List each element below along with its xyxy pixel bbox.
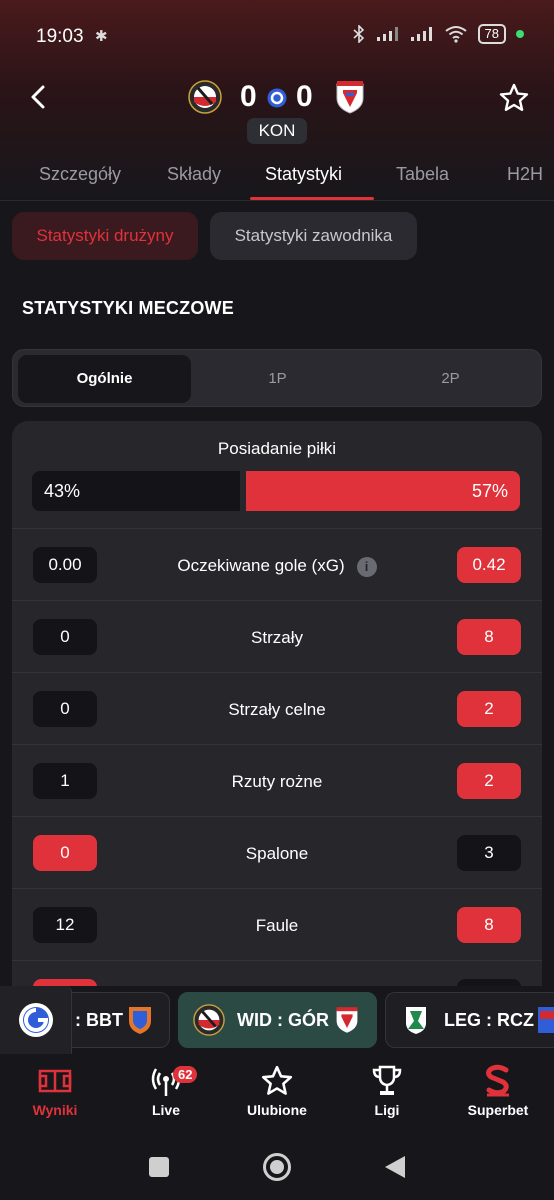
ticker-match-text: : BBT	[75, 1010, 123, 1030]
bluetooth-icon-small: ✱	[95, 28, 108, 45]
tab-h2h[interactable]: H2H	[507, 164, 543, 185]
league-logo-icon	[267, 88, 287, 108]
possession-label: Posiadanie piłki	[217, 439, 337, 458]
trophy-icon	[372, 1065, 402, 1095]
wifi-icon	[444, 26, 467, 43]
superbet-logo-icon	[486, 1064, 509, 1097]
team-stats-button[interactable]: Statystyki drużyny	[12, 212, 198, 260]
stat-label: Oczekiwane gole (xG) i	[102, 556, 452, 577]
stats-card: Posiadanie piłki 43% 57% 0.00 Oczekiwane…	[12, 421, 542, 1021]
ticker-league-selector[interactable]	[0, 986, 72, 1054]
stat-label: Spalone	[245, 844, 309, 863]
privacy-dot	[516, 30, 524, 38]
nav-results-label: Wyniki	[32, 1102, 78, 1118]
stat-away-value: 3	[457, 835, 521, 871]
home-team-logo-small	[193, 1004, 225, 1036]
nav-leagues-label: Ligi	[374, 1102, 400, 1118]
bottom-navigation: Wyniki 62 Live Ulubione Ligi Superbet	[0, 1054, 554, 1134]
team-logo-icon	[129, 1007, 151, 1034]
possession-home-bar: 43%	[32, 471, 240, 511]
away-team-logo	[336, 81, 364, 114]
period-option-overall[interactable]: Ogólnie	[18, 355, 191, 403]
tab-bar: Szczegóły Składy Statystyki Tabela H2H	[0, 150, 554, 202]
nav-live[interactable]: 62 Live	[111, 1064, 221, 1118]
match-status-badge: KON	[247, 118, 307, 144]
ekstraklasa-logo-icon	[19, 1003, 53, 1037]
stat-row-offsides: 0 Spalone 3	[12, 816, 542, 888]
status-time: 19:03	[36, 26, 84, 47]
tab-statistics[interactable]: Statystyki	[265, 164, 342, 185]
status-icons: 78	[352, 24, 524, 44]
stat-row-shots-on-target: 0 Strzały celne 2	[12, 672, 542, 744]
favorite-star-icon[interactable]	[498, 82, 530, 114]
section-title: STATYSTYKI MECZOWE	[22, 298, 234, 318]
stat-away-value: 2	[457, 763, 521, 799]
ticker-match-card[interactable]: LEG : RCZ	[385, 992, 554, 1048]
stat-label: Rzuty rożne	[231, 772, 323, 791]
nav-superbet[interactable]: Superbet	[443, 1064, 553, 1118]
match-ticker: : BBT WID : GÓR LEG : RCZ	[0, 986, 554, 1054]
nav-results[interactable]: Wyniki	[0, 1064, 110, 1118]
signal-icon	[376, 27, 398, 41]
period-selector: Ogólnie 1P 2P	[12, 349, 542, 407]
recent-apps-icon[interactable]	[148, 1156, 170, 1178]
pitch-icon	[38, 1069, 72, 1093]
possession-away-bar: 57%	[246, 471, 520, 511]
away-score: 0	[296, 80, 313, 113]
stat-away-value: 2	[457, 691, 521, 727]
home-icon[interactable]	[262, 1152, 292, 1182]
stat-row-xg: 0.00 Oczekiwane gole (xG) i 0.42	[12, 528, 542, 600]
ticker-match-card[interactable]: : BBT	[60, 992, 170, 1048]
nav-live-label: Live	[151, 1102, 180, 1118]
info-icon[interactable]: i	[356, 556, 377, 577]
stat-row-corners: 1 Rzuty rożne 2	[12, 744, 542, 816]
star-icon	[261, 1065, 293, 1095]
player-stats-button[interactable]: Statystyki zawodnika	[210, 212, 417, 260]
tab-details[interactable]: Szczegóły	[39, 164, 121, 185]
stat-row-fouls: 12 Faule 8	[12, 888, 542, 960]
nav-superbet-label: Superbet	[467, 1102, 529, 1118]
stat-home-value: 0	[33, 691, 97, 727]
bluetooth-icon	[352, 25, 364, 43]
stat-away-value: 8	[457, 907, 521, 943]
away-team-logo-small	[336, 1007, 358, 1033]
tab-table[interactable]: Tabela	[396, 164, 449, 185]
stat-home-value: 12	[33, 907, 97, 943]
stat-home-value: 1	[33, 763, 97, 799]
team-logo-icon	[406, 1007, 426, 1034]
home-team-logo	[188, 80, 222, 114]
team-logo-icon	[538, 1007, 554, 1033]
stat-label: Faule	[255, 916, 299, 935]
stat-label: Strzały	[251, 628, 303, 647]
period-option-second-half[interactable]: 2P	[364, 355, 537, 403]
stat-home-value: 0	[33, 835, 97, 871]
nav-favorites-label: Ulubione	[247, 1102, 307, 1118]
stat-row-shots: 0 Strzały 8	[12, 600, 542, 672]
nav-favorites[interactable]: Ulubione	[222, 1064, 332, 1118]
battery-indicator: 78	[477, 24, 506, 44]
home-score: 0	[240, 80, 257, 113]
signal-icon-2	[410, 27, 432, 41]
stat-home-value: 0	[33, 619, 97, 655]
system-navigation-bar	[0, 1134, 554, 1200]
ticker-match-card-active[interactable]: WID : GÓR	[178, 992, 377, 1048]
ticker-match-text: WID : GÓR	[237, 1010, 329, 1030]
period-option-first-half[interactable]: 1P	[191, 355, 364, 403]
back-arrow-icon[interactable]	[26, 84, 50, 110]
live-count-badge: 62	[173, 1066, 198, 1083]
ticker-match-text: LEG : RCZ	[444, 1010, 534, 1030]
tab-lineups[interactable]: Składy	[167, 164, 221, 185]
stat-label-text: Oczekiwane gole (xG)	[177, 556, 345, 575]
status-bar: 19:03 ✱ 78	[0, 0, 554, 72]
nav-leagues[interactable]: Ligi	[332, 1064, 442, 1118]
tabs-divider	[0, 200, 554, 201]
stat-away-value: 8	[457, 619, 521, 655]
stat-away-value: 0.42	[457, 547, 521, 583]
stat-home-value: 0.00	[33, 547, 97, 583]
back-nav-icon[interactable]	[383, 1154, 407, 1180]
stat-label: Strzały celne	[228, 700, 326, 719]
